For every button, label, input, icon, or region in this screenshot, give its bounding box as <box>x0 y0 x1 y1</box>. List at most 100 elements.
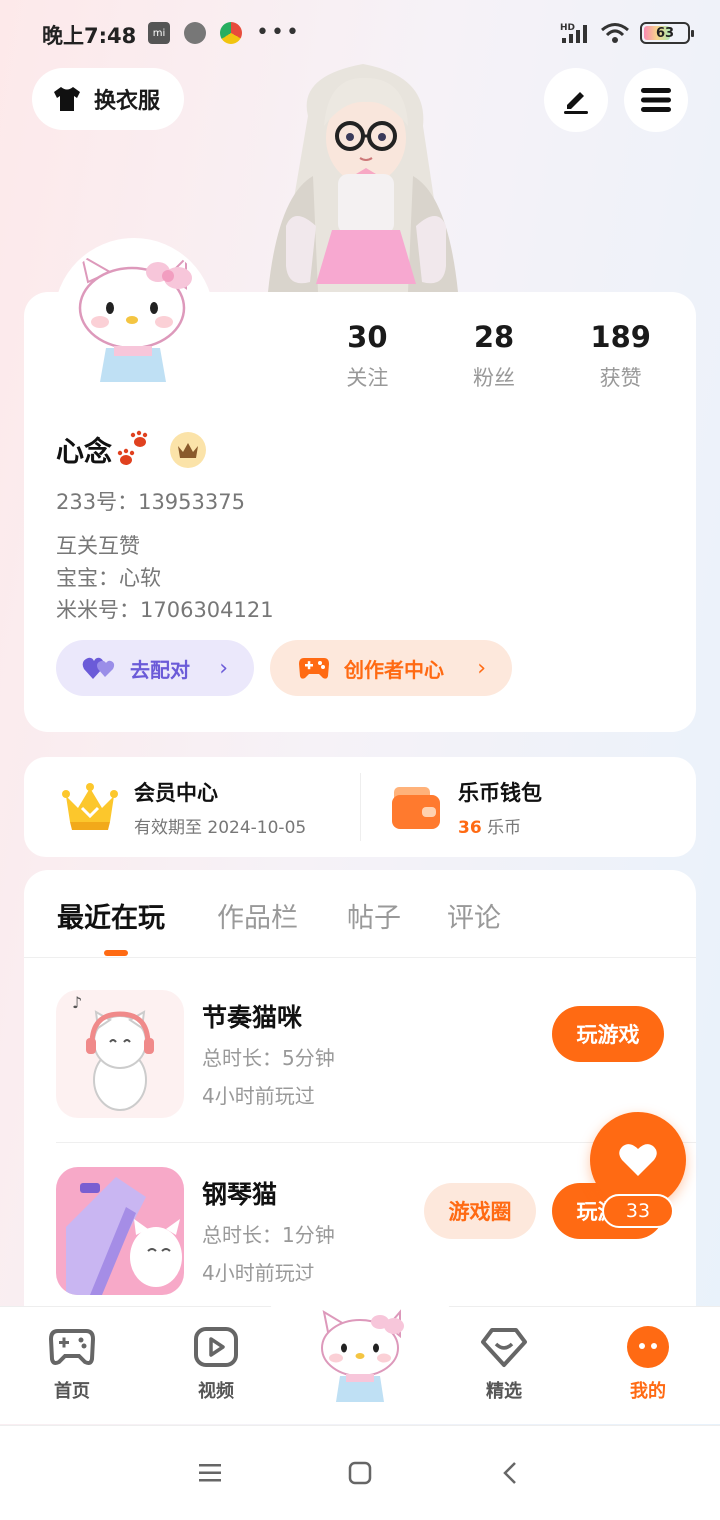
like-count-badge: 33 <box>602 1194 674 1228</box>
tab-comments[interactable]: 评论 <box>447 896 501 935</box>
menu-icon <box>641 88 671 112</box>
game-name: 节奏猫咪 <box>202 1003 303 1032</box>
nav-mine[interactable]: 我的 <box>598 1325 698 1403</box>
wallet-amount: 36 <box>458 817 482 838</box>
vip-crown-badge[interactable] <box>170 432 207 468</box>
avatar-character[interactable] <box>258 56 468 292</box>
paw-icon <box>117 430 148 465</box>
double-heart-icon <box>82 657 115 679</box>
tshirt-icon <box>54 87 80 111</box>
pair-label: 去配对 <box>130 657 190 682</box>
crown-icon <box>178 443 199 458</box>
play-game-button[interactable]: 玩游戏 <box>552 1006 664 1062</box>
wallet-entry[interactable]: 乐币钱包 36 乐币 <box>390 757 542 857</box>
member-expiry: 有效期至 2024-10-05 <box>134 817 307 838</box>
recent-apps-icon[interactable] <box>194 1458 226 1488</box>
chevron-right-icon: › <box>219 655 228 681</box>
wallet-balance: 36 乐币 <box>458 813 542 838</box>
nickname-row: 心念 <box>56 430 207 470</box>
bio-line: 宝宝：心软 <box>56 566 161 590</box>
tab-posts[interactable]: 帖子 <box>347 896 401 935</box>
system-nav-bar <box>0 1425 720 1520</box>
nav-video[interactable]: 视频 <box>166 1325 266 1403</box>
network-type: HD <box>560 23 575 33</box>
wifi-icon <box>601 23 629 43</box>
browser-icon <box>220 22 242 44</box>
heart-icon <box>619 1144 657 1176</box>
user-id: 233号：13953375 <box>56 490 245 514</box>
game-circle-button[interactable]: 游戏圈 <box>424 1183 536 1239</box>
nickname: 心念 <box>56 435 113 468</box>
tab-recently-played[interactable]: 最近在玩 <box>57 896 165 935</box>
stat-likes[interactable]: 189 获赞 <box>557 320 684 392</box>
stat-following[interactable]: 30 关注 <box>304 320 431 392</box>
nav-mine-label: 我的 <box>630 1381 666 1402</box>
member-center-title: 会员中心 <box>134 780 218 805</box>
bio-line: 互关互赞 <box>56 534 140 558</box>
status-indicators: HD 63 <box>560 22 694 44</box>
more-notifications-icon: ••• <box>256 20 301 45</box>
game-name: 钢琴猫 <box>202 1180 278 1209</box>
hello-kitty-nav-image <box>321 1309 404 1402</box>
change-outfit-label: 换衣服 <box>94 89 161 114</box>
wallet-unit: 乐币 <box>487 817 522 838</box>
wallet-title: 乐币钱包 <box>458 780 542 805</box>
creator-center-label: 创作者中心 <box>344 657 444 682</box>
nav-video-label: 视频 <box>198 1381 234 1402</box>
tab-indicator <box>104 950 128 956</box>
content-tabs: 最近在玩 作品栏 帖子 评论 <box>24 870 696 958</box>
member-center-entry[interactable]: 会员中心 有效期至 2024-10-05 <box>62 757 306 857</box>
nav-home[interactable]: 首页 <box>22 1325 122 1403</box>
profile-bio: 互关互赞 宝宝：心软 米米号：1706304121 <box>56 530 274 626</box>
hello-kitty-avatar-image <box>58 242 210 394</box>
bio-line: 米米号：1706304121 <box>56 598 274 622</box>
likes-label: 获赞 <box>599 366 642 390</box>
signal-icon: HD <box>560 23 587 43</box>
tab-works[interactable]: 作品栏 <box>217 896 298 935</box>
menu-button[interactable] <box>624 68 688 132</box>
video-play-icon <box>192 1325 240 1369</box>
member-wallet-card: 会员中心 有效期至 2024-10-05 乐币钱包 36 乐币 <box>24 757 696 857</box>
nav-home-label: 首页 <box>54 1381 90 1402</box>
gamepad-outline-icon <box>48 1325 96 1369</box>
divider <box>360 773 361 841</box>
piano-cat-image <box>56 1167 184 1295</box>
creator-center-button[interactable]: 创作者中心 › <box>270 640 512 696</box>
likes-count: 189 <box>590 320 651 354</box>
notification-icons: mi ••• <box>148 22 301 44</box>
pair-button[interactable]: 去配对 › <box>56 640 254 696</box>
game-duration: 总时长：5分钟 <box>202 1046 335 1070</box>
profile-stats: 30 关注 28 粉丝 189 获赞 <box>304 320 684 392</box>
following-count: 30 <box>347 320 388 354</box>
followers-label: 粉丝 <box>473 366 515 390</box>
mi-app-icon: mi <box>148 22 170 44</box>
content-card: 最近在玩 作品栏 帖子 评论 ♪ 节奏猫咪 总时长：5分钟 4小时前玩过 玩游戏 <box>24 870 696 1340</box>
following-label: 关注 <box>346 366 389 390</box>
profile-face-icon <box>624 1325 672 1369</box>
center-avatar-button[interactable] <box>304 1298 416 1410</box>
game-thumbnail <box>56 1167 184 1295</box>
edit-icon <box>564 92 588 114</box>
back-arrow-icon[interactable] <box>494 1458 526 1488</box>
home-square-icon[interactable] <box>344 1458 376 1488</box>
game-last-played: 4小时前玩过 <box>202 1084 315 1108</box>
profile-avatar[interactable] <box>58 242 210 394</box>
game-row[interactable]: ♪ 节奏猫咪 总时长：5分钟 4小时前玩过 玩游戏 <box>56 970 696 1120</box>
wallet-icon <box>392 787 440 829</box>
chevron-right-icon: › <box>477 655 486 681</box>
status-time: 晚上7:48 <box>42 24 137 48</box>
music-icon <box>184 22 206 44</box>
rhythm-cat-image: ♪ <box>56 990 184 1118</box>
nav-featured[interactable]: 精选 <box>454 1325 554 1403</box>
game-last-played: 4小时前玩过 <box>202 1261 315 1285</box>
nav-featured-label: 精选 <box>486 1381 522 1402</box>
edit-profile-button[interactable] <box>544 68 608 132</box>
game-thumbnail: ♪ <box>56 990 184 1118</box>
battery-percent: 63 <box>655 25 675 41</box>
game-duration: 总时长：1分钟 <box>202 1223 335 1247</box>
stat-followers[interactable]: 28 粉丝 <box>431 320 558 392</box>
followers-count: 28 <box>473 320 515 354</box>
crown-gold-icon <box>62 783 118 830</box>
change-outfit-button[interactable]: 换衣服 <box>32 68 185 130</box>
diamond-icon <box>480 1325 528 1369</box>
